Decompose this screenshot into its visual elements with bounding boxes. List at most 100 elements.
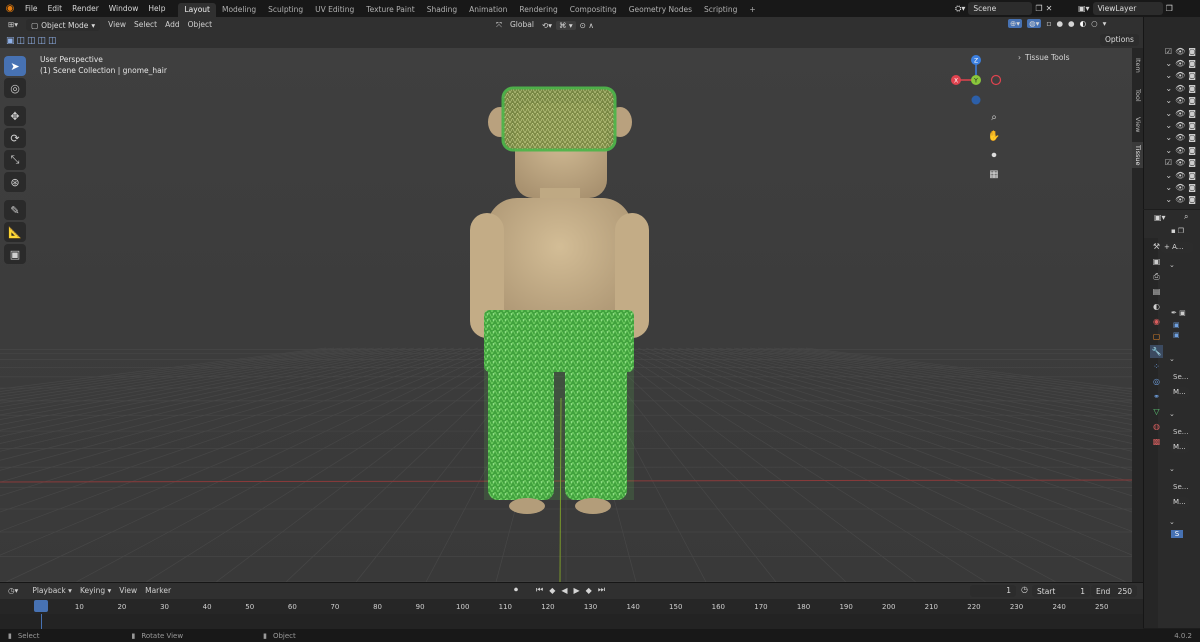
- outliner-row[interactable]: ⌄ 👁 ◙: [1144, 70, 1200, 82]
- annotate-tool-icon[interactable]: ✎: [4, 200, 26, 220]
- next-keyframe-icon[interactable]: ◆: [586, 586, 592, 595]
- marker-menu[interactable]: Marker: [141, 585, 175, 597]
- search-icon[interactable]: ⌕: [1184, 212, 1188, 222]
- scale-tool-icon[interactable]: ⤡: [4, 150, 26, 170]
- outliner-row[interactable]: ☑ 👁 ◙: [1144, 45, 1200, 57]
- outliner-row[interactable]: ⌄ 👁 ◙: [1144, 57, 1200, 69]
- eye-icon[interactable]: 👁: [1175, 84, 1185, 93]
- chevron-down-icon[interactable]: ⌄: [1169, 465, 1200, 473]
- jump-end-icon[interactable]: ⏭: [598, 585, 605, 595]
- outliner[interactable]: ☑ 👁 ◙ ⌄ 👁 ◙ ⌄ 👁 ◙ ⌄ 👁 ◙ ⌄ 👁 ◙ ⌄ 👁 ◙ ⌄ 👁 ◙ ⌄ 👁 ◙ ⌄ 👁 ◙ ☑ 👁 ◙ …: [1143, 17, 1200, 209]
- eye-icon[interactable]: 👁: [1175, 183, 1185, 192]
- snap-icon[interactable]: ⌘ ▾: [556, 20, 576, 30]
- new-scene-icon[interactable]: ❐: [1035, 4, 1042, 13]
- chevron-down-icon[interactable]: ⌄: [1169, 410, 1200, 418]
- eye-icon[interactable]: 👁: [1175, 171, 1185, 180]
- record-icon[interactable]: ⏺: [514, 585, 518, 595]
- jump-start-icon[interactable]: ⏮: [536, 585, 543, 595]
- eye-icon[interactable]: 👁: [1175, 71, 1185, 80]
- editor-type-icon[interactable]: ⊞▾: [4, 19, 22, 31]
- add-modifier-button[interactable]: + A...: [1161, 242, 1193, 253]
- delete-scene-icon[interactable]: ✕: [1046, 4, 1053, 13]
- overlay-toggle-icon[interactable]: ◍▾: [1027, 19, 1042, 28]
- measure-tool-icon[interactable]: 📐: [4, 222, 26, 242]
- start-frame-field[interactable]: Start 1: [1032, 585, 1090, 597]
- play-reverse-icon[interactable]: ◀: [561, 586, 567, 595]
- tab-texture-paint[interactable]: Texture Paint: [360, 3, 420, 17]
- outliner-row[interactable]: ⌄ 👁 ◙: [1144, 181, 1200, 193]
- playback-menu[interactable]: Playback ▾: [28, 585, 76, 597]
- view-layer-icon[interactable]: ▣▾: [1078, 4, 1090, 13]
- grid-icon[interactable]: ▦: [986, 165, 1002, 184]
- outliner-row[interactable]: ⌄ 👁 ◙: [1144, 82, 1200, 94]
- tab-scripting[interactable]: Scripting: [698, 3, 743, 17]
- select-tool-icon[interactable]: ➤: [4, 56, 26, 76]
- orientation-dropdown[interactable]: Global: [506, 19, 538, 31]
- rendered-shading-icon[interactable]: ○: [1091, 19, 1098, 28]
- menu-help[interactable]: Help: [143, 0, 170, 17]
- scene-icon[interactable]: ⛭▾: [955, 4, 965, 14]
- pivot-icon[interactable]: ⟲▾: [542, 21, 552, 30]
- copy-icon[interactable]: ❐: [1178, 227, 1184, 235]
- view-menu[interactable]: View: [104, 19, 130, 31]
- add-cube-tool-icon[interactable]: ▣: [4, 244, 26, 264]
- end-frame-field[interactable]: End 250: [1091, 585, 1137, 597]
- eyedropper-icon[interactable]: ✒ ▣: [1171, 309, 1200, 317]
- timeline-track[interactable]: [0, 614, 1143, 630]
- gizmo-toggle-icon[interactable]: ⊕▾: [1008, 19, 1023, 28]
- clock-icon[interactable]: ◷: [1021, 585, 1028, 594]
- tab-view[interactable]: View: [1132, 112, 1143, 138]
- checkbox-icon[interactable]: ☑: [1165, 158, 1172, 167]
- menu-window[interactable]: Window: [104, 0, 144, 17]
- timeline[interactable]: ◷▾ Playback ▾ Keying ▾ View Marker ⏺ ⏮ ◆…: [0, 582, 1143, 630]
- outliner-row[interactable]: ⌄ 👁 ◙: [1144, 132, 1200, 144]
- menu-file[interactable]: File: [20, 0, 43, 17]
- camera-render-icon[interactable]: ◙: [1188, 84, 1196, 93]
- view-layer-field[interactable]: ViewLayer: [1092, 2, 1163, 15]
- camera-render-icon[interactable]: ◙: [1188, 195, 1196, 204]
- tab-sculpting[interactable]: Sculpting: [262, 3, 309, 17]
- xray-toggle-icon[interactable]: ▫: [1046, 19, 1051, 28]
- outliner-row[interactable]: ⌄ 👁 ◙: [1144, 119, 1200, 131]
- tab-shading[interactable]: Shading: [421, 3, 463, 17]
- selection-mode-icons[interactable]: ▣◫◫◫◫: [6, 36, 59, 46]
- outliner-row[interactable]: ⌄ 👁 ◙: [1144, 169, 1200, 181]
- editor-type-icon[interactable]: ▣▾: [1154, 213, 1166, 222]
- add-menu[interactable]: Add: [161, 19, 184, 31]
- properties-field[interactable]: M...: [1171, 387, 1189, 398]
- modifier-toggle-icon[interactable]: ▣: [1173, 331, 1200, 339]
- camera-render-icon[interactable]: ◙: [1188, 121, 1196, 130]
- camera-render-icon[interactable]: ◙: [1188, 59, 1196, 68]
- solid-shading-icon[interactable]: ●: [1068, 19, 1075, 28]
- outliner-row[interactable]: ⌄ 👁 ◙: [1144, 194, 1200, 206]
- gnome-model[interactable]: [0, 48, 1132, 582]
- properties-selected-field[interactable]: S: [1171, 530, 1183, 538]
- timeline-view-menu[interactable]: View: [115, 585, 141, 597]
- keying-menu[interactable]: Keying ▾: [76, 585, 115, 597]
- blender-logo-icon[interactable]: ◉: [0, 3, 20, 14]
- modifier-toggle-icon[interactable]: ▣: [1173, 321, 1200, 329]
- modifier-icon[interactable]: ▪: [1171, 227, 1176, 235]
- eye-icon[interactable]: 👁: [1175, 109, 1185, 118]
- prev-keyframe-icon[interactable]: ◆: [549, 586, 555, 595]
- camera-render-icon[interactable]: ◙: [1188, 109, 1196, 118]
- material-shading-icon[interactable]: ◐: [1080, 19, 1087, 28]
- outliner-row[interactable]: ☑ 👁 ◙: [1144, 157, 1200, 169]
- camera-render-icon[interactable]: ◙: [1188, 171, 1196, 180]
- tab-layout[interactable]: Layout: [178, 2, 216, 17]
- tab-modeling[interactable]: Modeling: [216, 3, 262, 17]
- chevron-down-icon[interactable]: ⌄: [1169, 355, 1200, 363]
- camera-render-icon[interactable]: ◙: [1188, 96, 1196, 105]
- options-dropdown[interactable]: Options: [1100, 34, 1139, 46]
- tab-geometry-nodes[interactable]: Geometry Nodes: [623, 3, 698, 17]
- navigation-gizmo[interactable]: Z X Y: [948, 54, 1006, 112]
- tab-tissue[interactable]: Tissue: [1132, 142, 1143, 168]
- timeline-editor-icon[interactable]: ◷▾: [4, 585, 22, 597]
- frame-ruler[interactable]: 1102030405060708090100110120130140150160…: [0, 599, 1143, 614]
- transform-tool-icon[interactable]: ⊛: [4, 172, 26, 192]
- play-icon[interactable]: ▶: [574, 586, 580, 595]
- playhead[interactable]: [34, 600, 48, 612]
- menu-edit[interactable]: Edit: [43, 0, 68, 17]
- properties-editor[interactable]: ▣▾ ⌕ ▪ ❐ ⚒ ▣ ⎙ ▤ ◐ ◉ ▢ 🔧 ⁘ ◎ ⚭ ▽ ◍ ▩ + A…: [1143, 210, 1200, 628]
- outliner-row[interactable]: ⌄ 👁 ◙: [1144, 107, 1200, 119]
